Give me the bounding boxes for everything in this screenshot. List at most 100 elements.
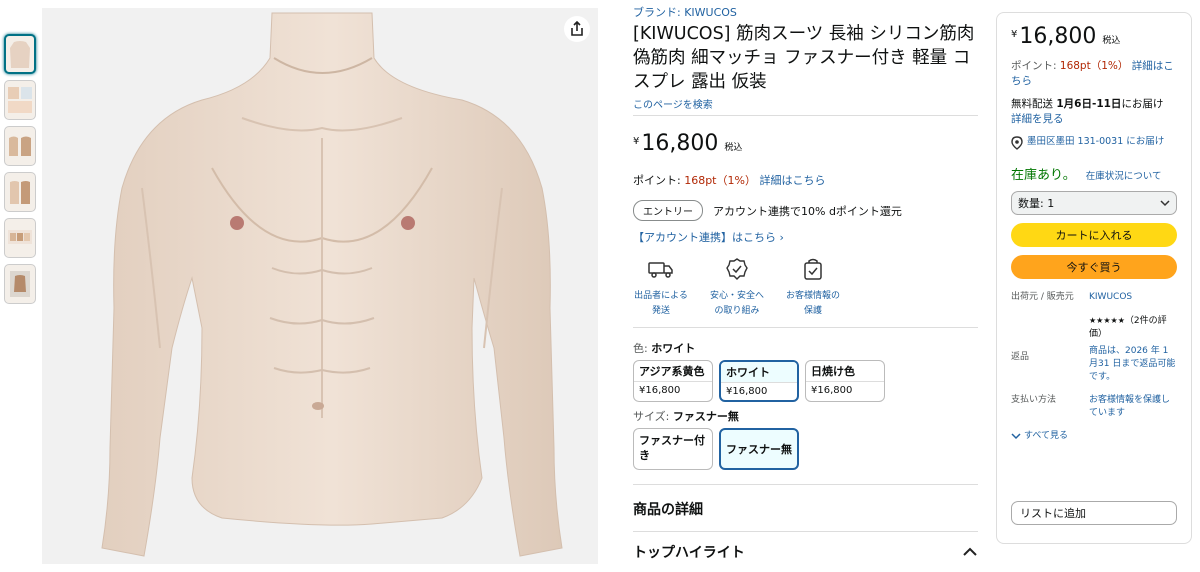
features-row: 出品者による発送 安心・安全への取り組み お客様情報の保護 (633, 255, 978, 319)
delivery-suffix: にお届け (1121, 98, 1164, 110)
returns-label: 返品 (1011, 352, 1030, 362)
feature-label: 安心・安全への取り組み (709, 291, 764, 316)
price-amount: 16,800 (641, 131, 719, 156)
size-swatches: ファスナー付き ファスナー無 (633, 428, 978, 470)
returns-row: 返品 商品は、2026 年 1 月31 日まで返品可能です。 (1011, 345, 1177, 384)
brand-link[interactable]: ブランド: KIWUCOS (633, 6, 978, 20)
points-label: ポイント: (633, 174, 685, 187)
product-details-heading: 商品の詳細 (633, 502, 703, 518)
size-option-zipper[interactable]: ファスナー付き (633, 428, 713, 470)
account-link[interactable]: 【アカウント連携】はこちら › (633, 229, 978, 245)
thumbnail-1[interactable] (4, 34, 36, 74)
points-details-link[interactable]: 詳細はこちら (759, 174, 825, 187)
badge-icon (726, 258, 748, 280)
tax-label: 税込 (1102, 36, 1121, 46)
quantity-value: 数量: 1 (1018, 197, 1055, 210)
quantity-select[interactable]: 数量: 1 (1011, 191, 1177, 215)
payment-link[interactable]: お客様情報を保護しています (1089, 394, 1177, 420)
payment-label: 支払い方法 (1011, 395, 1057, 405)
seller-rating[interactable]: ★★★★★（2件の評価） (1089, 314, 1177, 341)
size-selected-value: ファスナー無 (672, 410, 739, 423)
color-swatches: アジア系黄色 ¥16,800 ホワイト ¥16,800 日焼け色 ¥16,800 (633, 360, 978, 402)
color-option-white[interactable]: ホワイト ¥16,800 (719, 360, 799, 402)
swatch-name: 日焼け色 (811, 365, 855, 378)
muscle-suit-image (42, 8, 598, 564)
stock-info-link[interactable]: 在庫状況について (1086, 168, 1162, 182)
thumbnail-2[interactable] (4, 80, 36, 120)
thumbnail-5[interactable] (4, 218, 36, 258)
divider (633, 484, 978, 485)
add-to-list-button[interactable]: リストに追加 (1011, 501, 1177, 525)
seller-label: 出荷元 / 販売元 (1011, 292, 1074, 302)
price-amount: 16,800 (1019, 24, 1097, 49)
color-selected-value: ホワイト (651, 342, 696, 355)
points-value: 168pt（1%） (684, 174, 756, 187)
delivery-details-link[interactable]: 詳細を見る (1011, 113, 1064, 125)
delivery-prefix: 無料配送 (1011, 98, 1057, 110)
top-highlights-heading: トップハイライト (633, 545, 745, 561)
product-info: ブランド: KIWUCOS [KIWUCOS] 筋肉スーツ 長袖 シリコン筋肉 … (633, 6, 978, 562)
color-option-tan[interactable]: 日焼け色 ¥16,800 (805, 360, 885, 402)
search-this-page-link[interactable]: このページを検索 (633, 96, 978, 111)
swatch-name: ホワイト (721, 362, 797, 382)
main-product-image[interactable] (42, 8, 598, 564)
color-option-asian-yellow[interactable]: アジア系黄色 ¥16,800 (633, 360, 713, 402)
seller-info: 出荷元 / 販売元 KIWUCOS ★★★★★（2件の評価） 返品 商品は、20… (1011, 291, 1177, 443)
buy-now-button[interactable]: 今すぐ買う (1011, 255, 1177, 279)
shield-check-icon (804, 258, 822, 280)
thumbnail-4[interactable] (4, 172, 36, 212)
location-row[interactable]: 墨田区墨田 131-0031 にお届け (1011, 135, 1177, 150)
see-all-toggle[interactable]: すべて見る (1011, 430, 1177, 443)
thumbnail-6[interactable] (4, 264, 36, 304)
thumbnail-3[interactable] (4, 126, 36, 166)
thumbnail-strip (4, 34, 38, 310)
color-label-prefix: 色: (633, 342, 652, 355)
rating-row: ★★★★★（2件の評価） (1011, 314, 1177, 341)
payment-row: 支払い方法 お客様情報を保護しています (1011, 394, 1177, 420)
entry-button[interactable]: エントリー (633, 200, 703, 221)
divider (633, 531, 978, 532)
share-button[interactable] (564, 16, 590, 42)
feature-label: お客様情報の保護 (785, 291, 840, 316)
stock-status: 在庫あり。 (1011, 168, 1076, 183)
highlights-header[interactable]: トップハイライト (633, 542, 978, 562)
chevron-down-icon (1011, 433, 1021, 440)
stock-row: 在庫あり。 在庫状況について (1011, 164, 1177, 183)
currency-symbol: ¥ (1011, 29, 1018, 40)
feature-safety[interactable]: 安心・安全への取り組み (709, 255, 765, 319)
points-value: 168pt（1%） (1059, 60, 1129, 72)
seller-row: 出荷元 / 販売元 KIWUCOS (1011, 291, 1177, 304)
share-icon (571, 21, 583, 36)
feature-label: 出品者による発送 (634, 291, 688, 316)
see-all-label: すべて見る (1024, 431, 1069, 441)
buybox-points: ポイント: 168pt（1%） 詳細はこちら (1011, 59, 1177, 89)
swatch-name: アジア系黄色 (639, 365, 705, 378)
divider (633, 327, 978, 328)
swatch-price: ¥16,800 (721, 382, 797, 400)
entry-row: エントリー アカウント連携で10% dポイント還元 (633, 200, 978, 221)
product-page: ブランド: KIWUCOS [KIWUCOS] 筋肉スーツ 長袖 シリコン筋肉 … (0, 0, 1200, 572)
points-label: ポイント: (1011, 60, 1060, 72)
seller-link[interactable]: KIWUCOS (1089, 291, 1177, 304)
entry-text: アカウント連携で10% dポイント還元 (713, 204, 902, 218)
returns-link[interactable]: 商品は、2026 年 1 月31 日まで返品可能です。 (1089, 345, 1177, 384)
swatch-price: ¥16,800 (634, 381, 712, 399)
product-title: [KIWUCOS] 筋肉スーツ 長袖 シリコン筋肉 偽筋肉 細マッチョ ファスナ… (633, 24, 975, 92)
delivery-date: 1月6日-11日 (1056, 98, 1122, 110)
tax-label: 税込 (724, 143, 743, 153)
chevron-down-icon (1160, 199, 1170, 206)
size-label: サイズ: ファスナー無 (633, 408, 978, 424)
add-to-cart-button[interactable]: カートに入れる (1011, 223, 1177, 247)
chevron-up-icon[interactable] (962, 547, 978, 557)
delivery-info: 無料配送 1月6日-11日にお届け 詳細を見る (1011, 97, 1177, 127)
truck-icon (648, 262, 673, 278)
buy-box: ¥ 16,800 税込 ポイント: 168pt（1%） 詳細はこちら 無料配送 … (996, 12, 1192, 544)
color-label: 色: ホワイト (633, 340, 978, 356)
feature-seller-shipping[interactable]: 出品者による発送 (633, 255, 689, 319)
swatch-price: ¥16,800 (806, 381, 884, 399)
price-block: ¥ 16,800 税込 (633, 132, 978, 156)
size-label-prefix: サイズ: (633, 410, 673, 423)
currency-symbol: ¥ (633, 136, 640, 147)
size-option-no-zipper[interactable]: ファスナー無 (719, 428, 799, 470)
feature-privacy[interactable]: お客様情報の保護 (785, 255, 841, 319)
